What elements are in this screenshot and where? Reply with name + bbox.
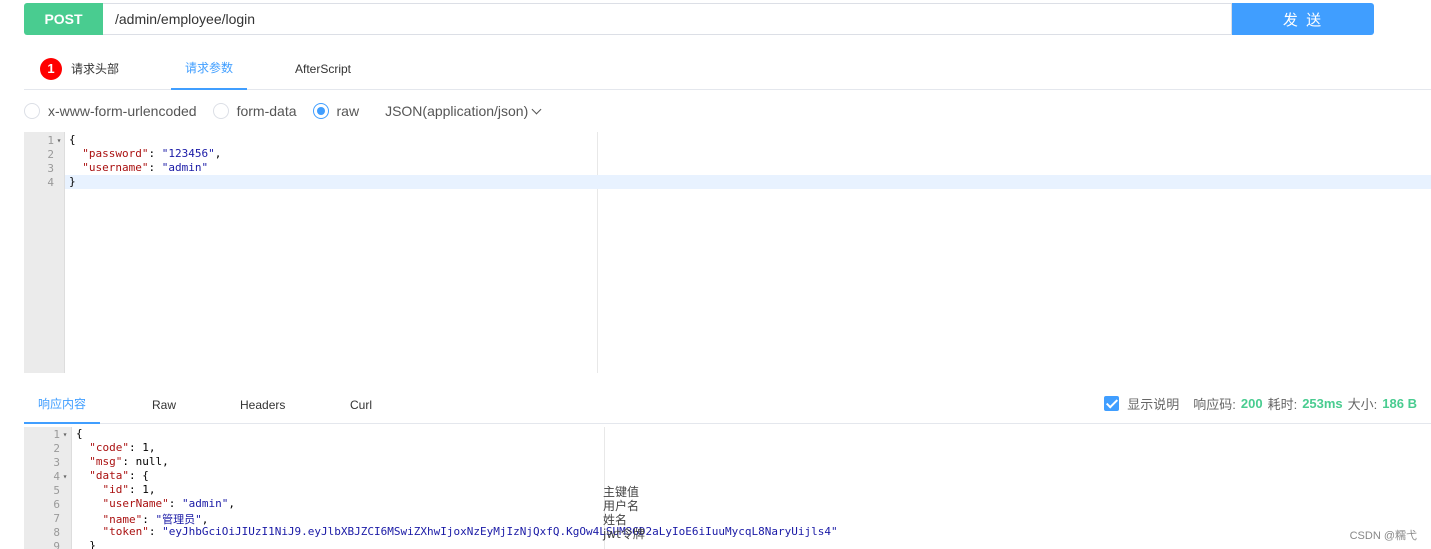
tab-request-headers[interactable]: 1 请求头部 bbox=[40, 47, 119, 90]
line-number: 4 bbox=[47, 175, 54, 189]
time-label: 耗时: bbox=[1267, 397, 1298, 412]
tab-raw[interactable]: Raw bbox=[152, 385, 176, 424]
watermark: CSDN @糯弋 bbox=[1349, 530, 1417, 542]
radio-label: x-www-form-urlencoded bbox=[48, 103, 197, 119]
line-number: 3 bbox=[47, 161, 54, 175]
tab-label: Curl bbox=[350, 397, 373, 412]
line-number: 1 bbox=[53, 427, 60, 441]
fold-icon[interactable]: ▾ bbox=[60, 472, 70, 481]
chevron-down-icon bbox=[531, 104, 542, 114]
code-line: "token": "eyJhbGciOiJIUzI1NiJ9.eyJlbXBJZ… bbox=[102, 525, 838, 538]
tab-headers[interactable]: Headers bbox=[240, 385, 285, 424]
url-bar: POST /admin/employee/login 发 送 bbox=[24, 3, 1374, 35]
response-body-editor[interactable]: 1 ▾ 2 3 4 ▾ 5 6 7 8 9 { "code": 1, "msg": … bbox=[24, 427, 1431, 549]
code-line: "msg": null, bbox=[89, 455, 169, 468]
response-info: 显示说明 响应码: 200 耗时: 253ms 大小: 186 B bbox=[1104, 385, 1422, 422]
size-value: 186 B bbox=[1382, 396, 1417, 411]
content-type-label: JSON(application/json) bbox=[385, 103, 529, 119]
send-button[interactable]: 发 送 bbox=[1232, 3, 1374, 35]
tab-label: Raw bbox=[152, 397, 177, 412]
code-line: "password": "123456", bbox=[69, 147, 222, 160]
fold-icon[interactable]: ▾ bbox=[54, 136, 64, 145]
header-count-badge: 1 bbox=[40, 57, 62, 80]
line-number: 3 bbox=[53, 455, 60, 469]
line-number: 9 bbox=[53, 539, 60, 549]
radio-circle[interactable] bbox=[212, 103, 229, 119]
show-desc-checkbox[interactable] bbox=[1104, 396, 1120, 411]
content-type-dropdown[interactable]: JSON(application/json) bbox=[385, 103, 542, 119]
code-line: { bbox=[76, 427, 83, 440]
field-description: jwt令牌 bbox=[603, 527, 645, 541]
tab-label: 响应内容 bbox=[37, 397, 86, 411]
tab-label: 请求头部 bbox=[71, 62, 120, 76]
line-number: 5 bbox=[53, 483, 60, 497]
line-number: 1 bbox=[47, 133, 54, 147]
status-code: 200 bbox=[1240, 396, 1263, 411]
tab-afterscript[interactable]: AfterScript bbox=[295, 47, 351, 90]
tab-label: AfterScript bbox=[295, 61, 352, 76]
line-number: 7 bbox=[53, 511, 60, 525]
fold-icon[interactable]: ▾ bbox=[60, 430, 70, 439]
code-line: { bbox=[69, 133, 76, 146]
line-number: 8 bbox=[53, 525, 60, 539]
method-selector[interactable]: POST bbox=[24, 3, 103, 35]
tab-label: Headers bbox=[240, 397, 286, 412]
tab-label: 请求参数 bbox=[184, 61, 233, 75]
line-number: 6 bbox=[53, 497, 60, 511]
body-type-selector: x-www-form-urlencoded form-data raw JSON… bbox=[24, 100, 542, 122]
size-label: 大小: bbox=[1347, 397, 1378, 412]
radio-form-data[interactable]: form-data bbox=[212, 103, 297, 119]
code-line: } bbox=[89, 539, 96, 549]
code-line: "data": { bbox=[89, 469, 149, 482]
request-tabs: 1 请求头部 请求参数 AfterScript bbox=[24, 47, 1431, 90]
code-line: "id": 1, bbox=[102, 483, 156, 496]
tab-curl[interactable]: Curl bbox=[350, 385, 372, 424]
line-number: 4 bbox=[53, 469, 60, 483]
radio-urlencoded[interactable]: x-www-form-urlencoded bbox=[24, 103, 197, 119]
radio-circle-selected[interactable] bbox=[312, 103, 329, 119]
code-line: "userName": "admin", bbox=[102, 497, 235, 510]
radio-label: form-data bbox=[236, 103, 297, 119]
line-number: 2 bbox=[47, 147, 54, 161]
show-desc-label[interactable]: 显示说明 bbox=[1127, 394, 1179, 413]
tab-response-content[interactable]: 响应内容 bbox=[24, 385, 100, 424]
radio-circle[interactable] bbox=[24, 103, 40, 119]
tab-request-params[interactable]: 请求参数 bbox=[171, 47, 247, 90]
time-value: 253ms bbox=[1302, 396, 1343, 411]
status-label: 响应码: bbox=[1193, 397, 1236, 412]
code-line: "code": 1, bbox=[89, 441, 156, 454]
code-line: } bbox=[69, 175, 76, 188]
response-tabs: 响应内容 Raw Headers Curl 显示说明 响应码: 200 耗时: … bbox=[24, 385, 1431, 424]
request-body-editor[interactable]: 1 ▾ 2 3 4 { "password": "123456", "userna… bbox=[24, 132, 1431, 373]
radio-raw[interactable]: raw bbox=[312, 103, 360, 119]
code-line: "username": "admin" bbox=[69, 161, 209, 174]
line-number: 2 bbox=[53, 441, 60, 455]
radio-label: raw bbox=[336, 103, 360, 119]
url-input[interactable]: /admin/employee/login bbox=[103, 3, 1232, 35]
